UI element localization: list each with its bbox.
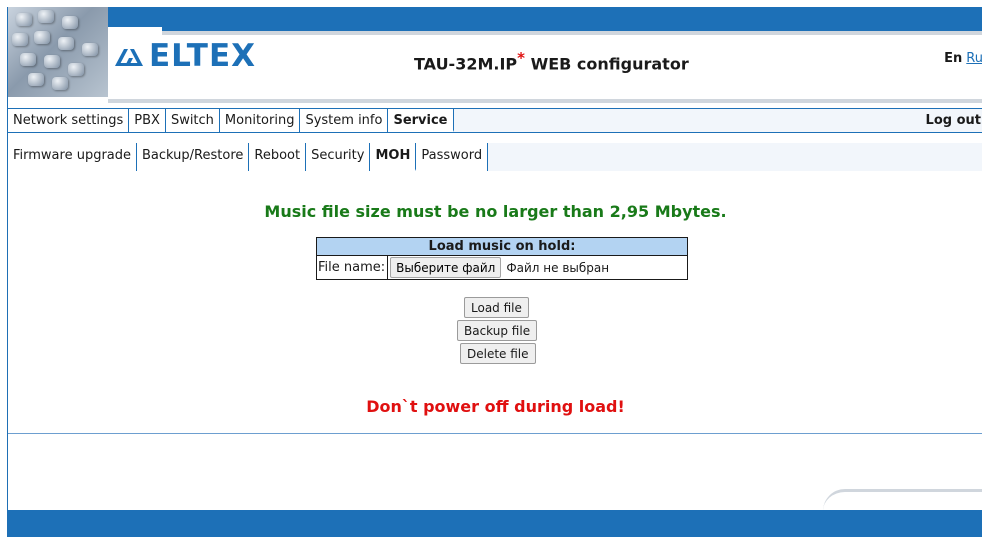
language-switch: En Ru (944, 51, 982, 66)
keypad-key (20, 53, 36, 66)
sub-menu: Firmware upgrade Backup/Restore Reboot S… (8, 143, 982, 171)
footer-bar (8, 510, 982, 537)
keypad-key (62, 16, 78, 29)
file-status-text: Файл не выбран (506, 260, 610, 275)
keypad-key (52, 77, 68, 90)
menu-item-pbx[interactable]: PBX (129, 109, 166, 132)
eltex-logo: ELTEX (113, 38, 257, 74)
menu-item-monitoring[interactable]: Monitoring (220, 109, 301, 132)
page-frame: ELTEX TAU-32M.IP* WEB configurator En Ru … (7, 7, 982, 537)
submenu-item-security[interactable]: Security (306, 143, 371, 171)
lang-ru-link[interactable]: Ru (966, 51, 982, 66)
lang-current: En (944, 51, 963, 66)
logout-link[interactable]: Log out (926, 109, 981, 132)
load-file-button[interactable]: Load file (464, 297, 529, 318)
app-title-suffix: WEB configurator (525, 54, 689, 74)
submenu-item-firmware-upgrade[interactable]: Firmware upgrade (8, 143, 138, 171)
submenu-filler (488, 143, 982, 171)
header: ELTEX TAU-32M.IP* WEB configurator En Ru (8, 7, 982, 103)
submenu-item-backup-restore[interactable]: Backup/Restore (137, 143, 250, 171)
power-off-warning: Don`t power off during load! (366, 397, 625, 416)
menu-filler (453, 109, 982, 132)
keypad-key (68, 63, 84, 76)
submenu-item-moh[interactable]: MOH (370, 143, 417, 171)
keypad-key (38, 10, 54, 23)
app-title: TAU-32M.IP* WEB configurator (414, 49, 689, 73)
keypad-key (34, 31, 50, 44)
content-divider (8, 433, 982, 434)
header-keypad-photo (8, 7, 108, 97)
keypad-key (82, 43, 98, 56)
file-name-row: File name: Выберите файл Файл не выбран (317, 256, 687, 279)
keypad-key (28, 73, 44, 86)
submenu-item-password[interactable]: Password (416, 143, 489, 171)
menu-item-switch[interactable]: Switch (166, 109, 220, 132)
main-menu: Network settings PBX Switch Monitoring S… (8, 108, 982, 133)
submenu-item-reboot[interactable]: Reboot (249, 143, 307, 171)
menu-item-system-info[interactable]: System info (300, 109, 389, 132)
footer-curve-decoration (823, 489, 982, 511)
file-name-label: File name: (317, 256, 389, 279)
load-moh-table: Load music on hold: File name: Выберите … (316, 237, 688, 280)
app-title-mark: * (517, 49, 525, 67)
delete-file-button[interactable]: Delete file (460, 343, 536, 364)
app-title-model: TAU-32M.IP (414, 54, 518, 74)
choose-file-button[interactable]: Выберите файл (390, 257, 502, 278)
keypad-key (16, 13, 32, 26)
keypad-key (58, 37, 74, 50)
backup-file-button[interactable]: Backup file (457, 320, 538, 341)
file-size-note: Music file size must be no larger than 2… (264, 202, 727, 221)
menu-item-service[interactable]: Service (388, 109, 454, 132)
menu-item-network-settings[interactable]: Network settings (8, 109, 130, 132)
eltex-logo-icon (115, 49, 143, 66)
keypad-key (12, 33, 28, 46)
load-moh-table-title: Load music on hold: (317, 238, 687, 256)
keypad-key (44, 55, 60, 68)
logo-text: ELTEX (149, 38, 257, 74)
